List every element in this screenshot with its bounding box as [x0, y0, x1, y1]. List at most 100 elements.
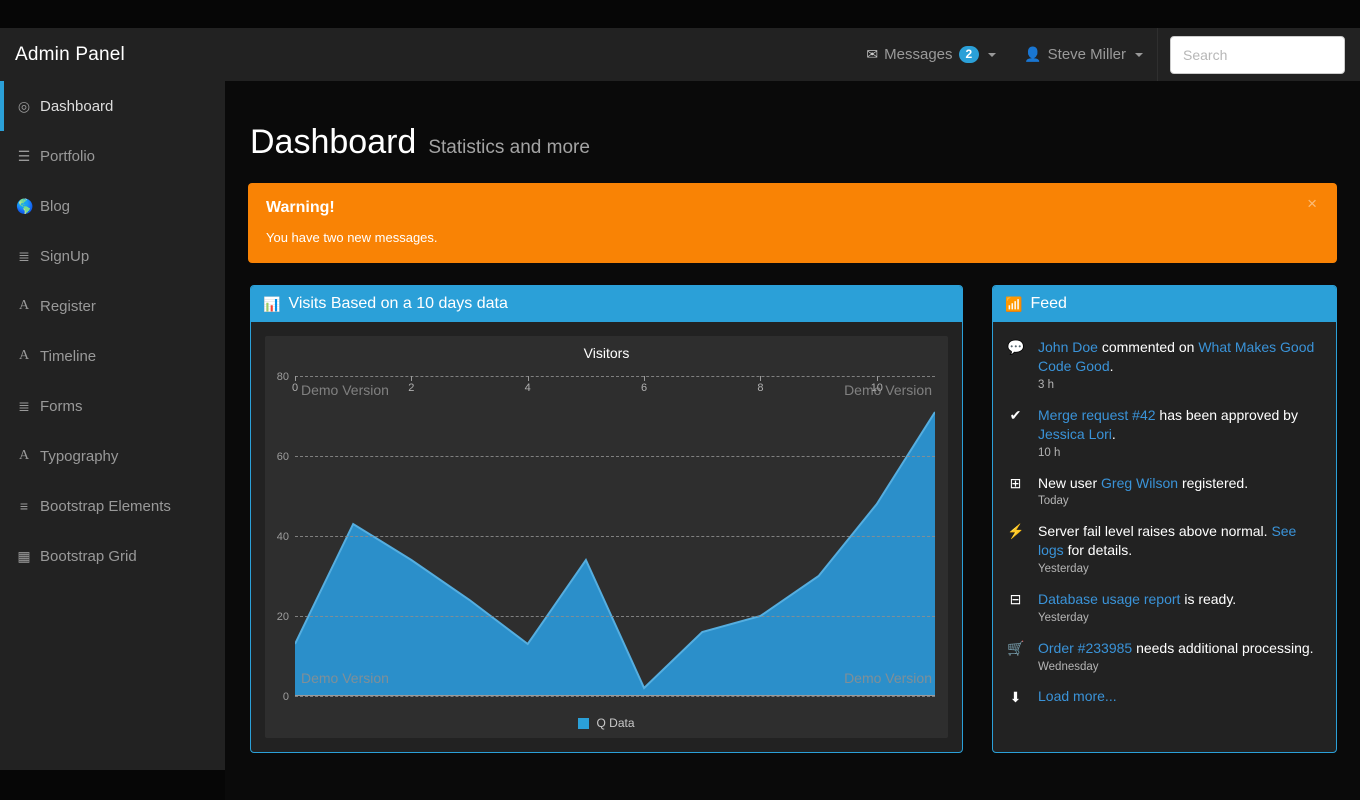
sidebar-item-label: Bootstrap Grid	[40, 547, 137, 565]
feed-item-timestamp: 3 h	[1038, 378, 1054, 391]
sidebar-item-label: Forms	[40, 397, 83, 415]
feed-item-body: Merge request #42 has been approved by J…	[1038, 406, 1322, 459]
sidebar-item-signup[interactable]: ≣ SignUp	[0, 231, 225, 281]
chart-x-tick-label: 8	[757, 382, 764, 394]
watermark-top-left: Demo Version	[301, 382, 389, 398]
chart-x-tick-mark	[760, 376, 762, 381]
sidebar-item-label: Typography	[40, 447, 119, 465]
feed-item-text-part: has been approved by	[1155, 406, 1298, 423]
feed-item-text-part: New user	[1038, 474, 1102, 491]
chart-y-tick-label: 0	[282, 691, 289, 703]
chevron-down-icon	[988, 52, 997, 57]
user-dropdown[interactable]: 👤 Steve Miller	[1010, 28, 1157, 81]
sidebar-item-bootstrap-grid[interactable]: ▦ Bootstrap Grid	[0, 531, 225, 581]
sidebar-item-register[interactable]: A Register	[0, 281, 225, 331]
chart-y-tick-label: 20	[276, 611, 289, 623]
visitors-chart[interactable]: Visitors 0 20 40 60 80 0 2 4 6 8 10 Demo Version D…	[265, 336, 948, 738]
user-name-label: Steve Miller	[1047, 46, 1126, 63]
sidebar-item-timeline[interactable]: A Timeline	[0, 331, 225, 381]
feed-item-body: New user Greg Wilson registered. Today	[1038, 474, 1248, 508]
sidebar-item-label: Register	[40, 297, 96, 315]
search-input[interactable]	[1170, 35, 1345, 74]
chart-x-tick-mark	[411, 376, 413, 381]
legend-label: Q Data	[596, 716, 635, 730]
feed-panel: 📶 Feed 💬 John Doe commented on What Makes…	[992, 285, 1337, 753]
page-header: Dashboard Statistics and more	[225, 81, 1360, 162]
chart-legend: Q Data	[265, 716, 948, 730]
chart-title: Visitors	[583, 345, 630, 361]
feed-item: 💬 John Doe commented on What Makes Good C…	[1007, 338, 1322, 391]
feed-list: 💬 John Doe commented on What Makes Good C…	[993, 322, 1336, 724]
shopping-cart-icon: 🛒	[1007, 640, 1025, 657]
sidebar-item-label: Dashboard	[40, 97, 114, 115]
feed-item-text: New user Greg Wilson registered.	[1038, 474, 1248, 493]
sidebar-item-label: Blog	[40, 197, 71, 215]
sidebar-item-label: Bootstrap Elements	[40, 497, 171, 515]
feed-item-text: Server fail level raises above normal. S…	[1038, 522, 1322, 560]
feed-item-text-part: commented on	[1097, 339, 1199, 355]
chart-gridline: 20	[277, 611, 935, 623]
legend-swatch	[578, 717, 590, 729]
chart-x-tick-mark	[527, 376, 529, 381]
feed-item-text: Order #233985 needs additional processin…	[1038, 639, 1314, 658]
close-icon[interactable]: ×	[1301, 194, 1323, 213]
sidebar-item-label: Portfolio	[40, 147, 96, 165]
sidebar: ◎ Dashboard ☰ Portfolio 🌎 Blog ≣ SignUp …	[0, 81, 225, 770]
page-title: Dashboard	[250, 123, 417, 161]
feed-item-link[interactable]: Database usage report	[1038, 591, 1180, 607]
feed-panel-title: Feed	[1030, 295, 1067, 312]
feed-item-text-part: Server fail level raises above normal.	[1038, 523, 1272, 540]
feed-item-text-part: .	[1109, 357, 1114, 374]
feed-item-link[interactable]: John Doe	[1038, 339, 1098, 355]
watermark-top-right: Demo Version	[844, 382, 932, 398]
sidebar-item-typography[interactable]: A Typography	[0, 431, 225, 481]
feed-item-body: Database usage report is ready. Yesterday	[1038, 590, 1236, 624]
chart-panel-title: Visits Based on a 10 days data	[288, 295, 508, 312]
sidebar-item-forms[interactable]: ≣ Forms	[0, 381, 225, 431]
chart-plot-area: 0 20 40 60 80 0 2 4 6 8 10	[277, 371, 935, 703]
feed-item-text-part: needs additional processing.	[1132, 640, 1314, 657]
feed-item: ⊟ Database usage report is ready. Yesterda…	[1007, 590, 1322, 624]
arrow-down-icon: ⬇	[1009, 689, 1022, 706]
envelope-icon: ✉	[866, 46, 879, 62]
navbar-right-group: ✉ Messages 2 👤 Steve Miller	[852, 28, 1360, 81]
sidebar-item-label: Timeline	[40, 347, 97, 365]
sidebar-item-blog[interactable]: 🌎 Blog	[0, 181, 225, 231]
load-more-link[interactable]: Load more...	[1038, 688, 1117, 706]
app-root: Admin Panel ✉ Messages 2 👤 Steve Miller …	[0, 0, 1360, 800]
feed-item-link[interactable]: Jessica Lori	[1038, 426, 1112, 442]
page-subtitle: Statistics and more	[428, 137, 590, 158]
sidebar-item-portfolio[interactable]: ☰ Portfolio	[0, 131, 225, 181]
sidebar-item-dashboard[interactable]: ◎ Dashboard	[0, 81, 225, 131]
chart-x-tick-label: 4	[524, 382, 531, 394]
feed-item-body: John Doe commented on What Makes Good Co…	[1038, 338, 1322, 391]
chart-y-tick-label: 80	[276, 371, 289, 383]
feed-item-link[interactable]: Merge request #42	[1038, 407, 1156, 423]
feed-item-link[interactable]: Order #233985	[1038, 640, 1132, 656]
feed-item: ⚡ Server fail level raises above normal. …	[1007, 522, 1322, 575]
comment-icon: 💬	[1007, 339, 1025, 355]
feed-panel-header: 📶 Feed	[993, 286, 1336, 322]
list-ol-icon: ≣	[18, 397, 30, 414]
sidebar-item-bootstrap-elements[interactable]: ≡ Bootstrap Elements	[0, 481, 225, 531]
chevron-down-icon	[1135, 52, 1143, 57]
messages-dropdown[interactable]: ✉ Messages 2	[852, 28, 1010, 81]
chart-gridline: 80	[277, 371, 935, 383]
feed-item-text-part: is ready.	[1180, 591, 1237, 608]
minus-square-icon: ⊟	[1009, 591, 1022, 608]
alert-title: Warning!	[266, 199, 335, 216]
search-container	[1158, 35, 1360, 74]
feed-item-text: Merge request #42 has been approved by J…	[1038, 406, 1322, 444]
chart-panel-header: 📊 Visits Based on a 10 days data	[251, 286, 962, 322]
feed-item-text-part: for details.	[1063, 542, 1133, 559]
feed-item-timestamp: Today	[1038, 495, 1069, 508]
table-icon: ▦	[17, 547, 31, 564]
feed-item-link[interactable]: Greg Wilson	[1101, 475, 1178, 491]
feed-item: ⊞ New user Greg Wilson registered. Today	[1007, 474, 1322, 508]
list-ol-icon: ≣	[18, 247, 30, 264]
globe-icon: 🌎	[16, 197, 34, 214]
user-icon: 👤	[1024, 46, 1042, 62]
alert-message: You have two new messages.	[266, 230, 438, 245]
chart-gridline: 0	[283, 691, 935, 703]
feed-item-text-part: .	[1111, 425, 1116, 442]
